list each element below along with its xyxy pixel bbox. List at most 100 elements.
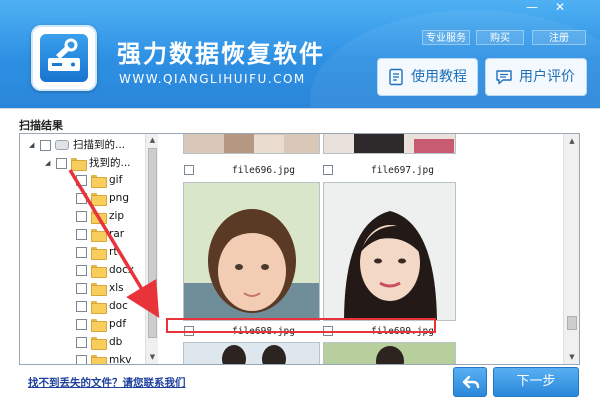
review-label: 用户评价 [519,69,575,85]
folder-icon [91,192,107,206]
tree-item-label: pdf [109,318,127,330]
folder-icon [91,336,107,350]
file-thumbnail[interactable] [323,342,456,364]
file-caption[interactable]: file696.jpg [184,164,318,178]
checkbox[interactable] [76,282,87,294]
minimize-button[interactable]: — [522,0,542,14]
tree-item-zip[interactable]: zip [76,207,124,225]
checkbox[interactable] [76,318,87,330]
file-thumbnail[interactable] [183,182,320,321]
tree-item-label: mkv [109,354,132,364]
file-thumbnail[interactable] [323,134,456,154]
tutorial-button[interactable]: 使用教程 [377,58,478,96]
disk-wrench-icon [48,38,80,71]
scroll-thumb[interactable] [567,316,577,330]
checkbox[interactable] [76,228,87,240]
checkbox[interactable] [76,192,87,204]
close-button[interactable]: ✕ [550,0,570,14]
folder-icon [91,282,107,296]
tree-item-label: rar [109,228,125,240]
scroll-down-icon[interactable]: ▼ [564,350,579,364]
tree-scrollbar[interactable]: ▲ ▼ [145,134,158,364]
chat-bubble-icon [496,70,512,85]
tree-item-label: doc [109,300,128,312]
folder-tree: ◢ 扫描到的... ◢ 找到的... gif png zip rar rt docx… [20,134,159,364]
checkbox[interactable] [76,264,87,276]
photo-image [324,134,455,153]
tree-item-found[interactable]: ◢ 找到的... [45,154,131,172]
tree-item-db[interactable]: db [76,333,122,351]
scroll-up-icon[interactable]: ▲ [146,134,159,147]
buy-link[interactable]: 购买 [476,30,524,45]
tree-item-gif[interactable]: gif [76,171,122,189]
checkbox[interactable] [323,165,333,175]
folder-icon [91,300,107,314]
photo-image [184,343,319,364]
tree-item-label: xls [109,282,124,294]
app-logo [31,25,97,91]
tree-item-label: rt [109,246,118,258]
photo-woman-portrait [324,183,455,320]
checkbox[interactable] [76,300,87,312]
checkbox[interactable] [76,174,87,186]
tree-item-mkv[interactable]: mkv [76,351,132,364]
tree-item-label: zip [109,210,125,222]
folder-icon [91,174,107,188]
tree-item-rt[interactable]: rt [76,243,117,261]
tree-item-label: 找到的... [89,157,131,169]
back-arrow-icon [462,375,480,389]
photo-image [184,134,319,153]
register-link[interactable]: 注册 [532,30,586,45]
scroll-thumb[interactable] [148,148,157,338]
folder-icon [91,210,107,224]
file-thumbnail[interactable] [323,182,456,321]
tree-item-png[interactable]: png [76,189,129,207]
review-button[interactable]: 用户评价 [485,58,587,96]
app-url: WWW.QIANGLIHUIFU.COM [119,72,306,86]
photo-child-portrait [184,183,319,320]
back-button[interactable] [453,367,487,397]
next-step-button[interactable]: 下一步 [493,367,579,397]
folder-icon [91,228,107,242]
tree-item-docx[interactable]: docx [76,261,134,279]
content-area: 扫描结果 ◢ 扫描到的... ◢ 找到的... gif png zip rar rt… [0,108,600,410]
drive-icon [55,140,69,150]
collapse-icon[interactable]: ◢ [45,154,53,172]
checkbox[interactable] [76,210,87,222]
files-scrollbar[interactable]: ▲ ▼ [563,134,579,364]
tree-item-xls[interactable]: xls [76,279,124,297]
folder-icon [91,318,107,332]
checkbox[interactable] [76,246,87,258]
document-icon [389,68,403,86]
collapse-icon[interactable]: ◢ [29,136,37,154]
scroll-up-icon[interactable]: ▲ [564,134,579,148]
checkbox[interactable] [184,165,194,175]
tree-item-label: docx [109,264,135,276]
folder-icon [91,264,107,278]
checkbox[interactable] [40,139,51,151]
pro-service-link[interactable]: 专业服务 [422,30,470,45]
file-thumbnail[interactable] [183,342,320,364]
checkbox[interactable] [76,354,87,364]
tree-item-label: gif [109,174,123,186]
tree-item-root[interactable]: ◢ 扫描到的... [29,136,125,154]
checkbox[interactable] [56,157,67,169]
scroll-down-icon[interactable]: ▼ [146,351,159,364]
tree-item-rar[interactable]: rar [76,225,124,243]
file-caption[interactable]: file697.jpg [323,164,457,178]
contact-us-link[interactable]: 找不到丢失的文件？请您联系我们 [28,375,186,390]
app-header: — ✕ 强力数据恢复软件 WWW.QIANGLIHUIFU.COM 专业服务 购… [0,0,600,108]
tree-item-doc[interactable]: doc [76,297,128,315]
app-title: 强力数据恢复软件 [117,40,325,68]
folder-icon [91,354,107,364]
folder-icon [71,157,87,171]
tree-item-label: png [109,192,129,204]
annotation-highlight-box [166,318,436,333]
scan-results-title: 扫描结果 [19,119,63,132]
tree-item-pdf[interactable]: pdf [76,315,126,333]
file-name: file697.jpg [371,165,434,176]
tutorial-label: 使用教程 [411,69,467,85]
checkbox[interactable] [76,336,87,348]
tree-item-label: db [109,336,123,348]
file-thumbnail[interactable] [183,134,320,154]
